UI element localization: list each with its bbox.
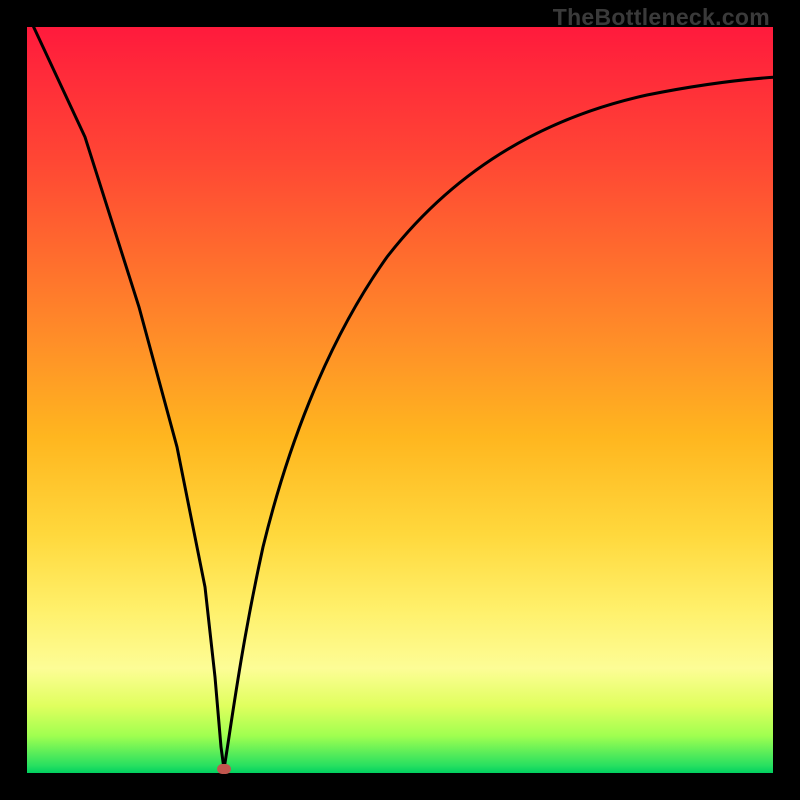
plot-area xyxy=(27,27,773,773)
bottleneck-curve xyxy=(27,27,773,773)
watermark-text: TheBottleneck.com xyxy=(553,4,770,31)
chart-frame: TheBottleneck.com xyxy=(0,0,800,800)
optimal-point-marker xyxy=(217,764,231,774)
